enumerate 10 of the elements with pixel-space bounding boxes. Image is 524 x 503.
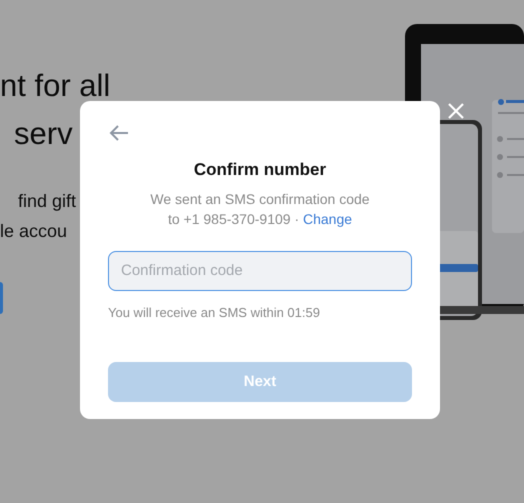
body-text: le accou [0,220,68,243]
headline-text: serv [13,115,73,153]
page-button[interactable] [0,282,3,314]
message-text: We sent an SMS confirmation code to +1 985-370-9109 · Change [149,190,371,228]
dialog-title: Confirm number [192,159,328,181]
hint-text: You will receive an SMS within 01:59 [108,304,321,322]
change-link[interactable]: Change [303,210,352,226]
body-text: find gift [17,190,76,213]
code-field[interactable]: Confirmation code [108,250,412,290]
headline-text: nt for all [0,67,110,105]
